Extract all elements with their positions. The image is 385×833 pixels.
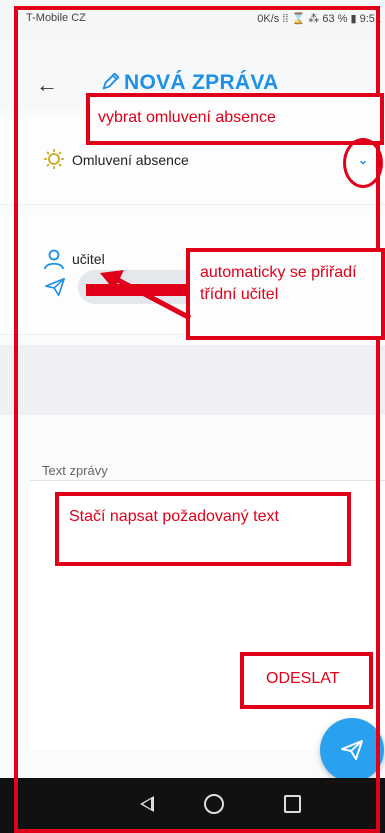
annotation-text: Stačí napsat požadovaný text <box>55 492 351 566</box>
annotation-send: ODESLAT <box>240 652 373 709</box>
screen: T-Mobile CZ 0K/s ⁞⁞ ⌛ ⁂ 63 % ▮ 9:51 ← NO… <box>0 0 385 833</box>
